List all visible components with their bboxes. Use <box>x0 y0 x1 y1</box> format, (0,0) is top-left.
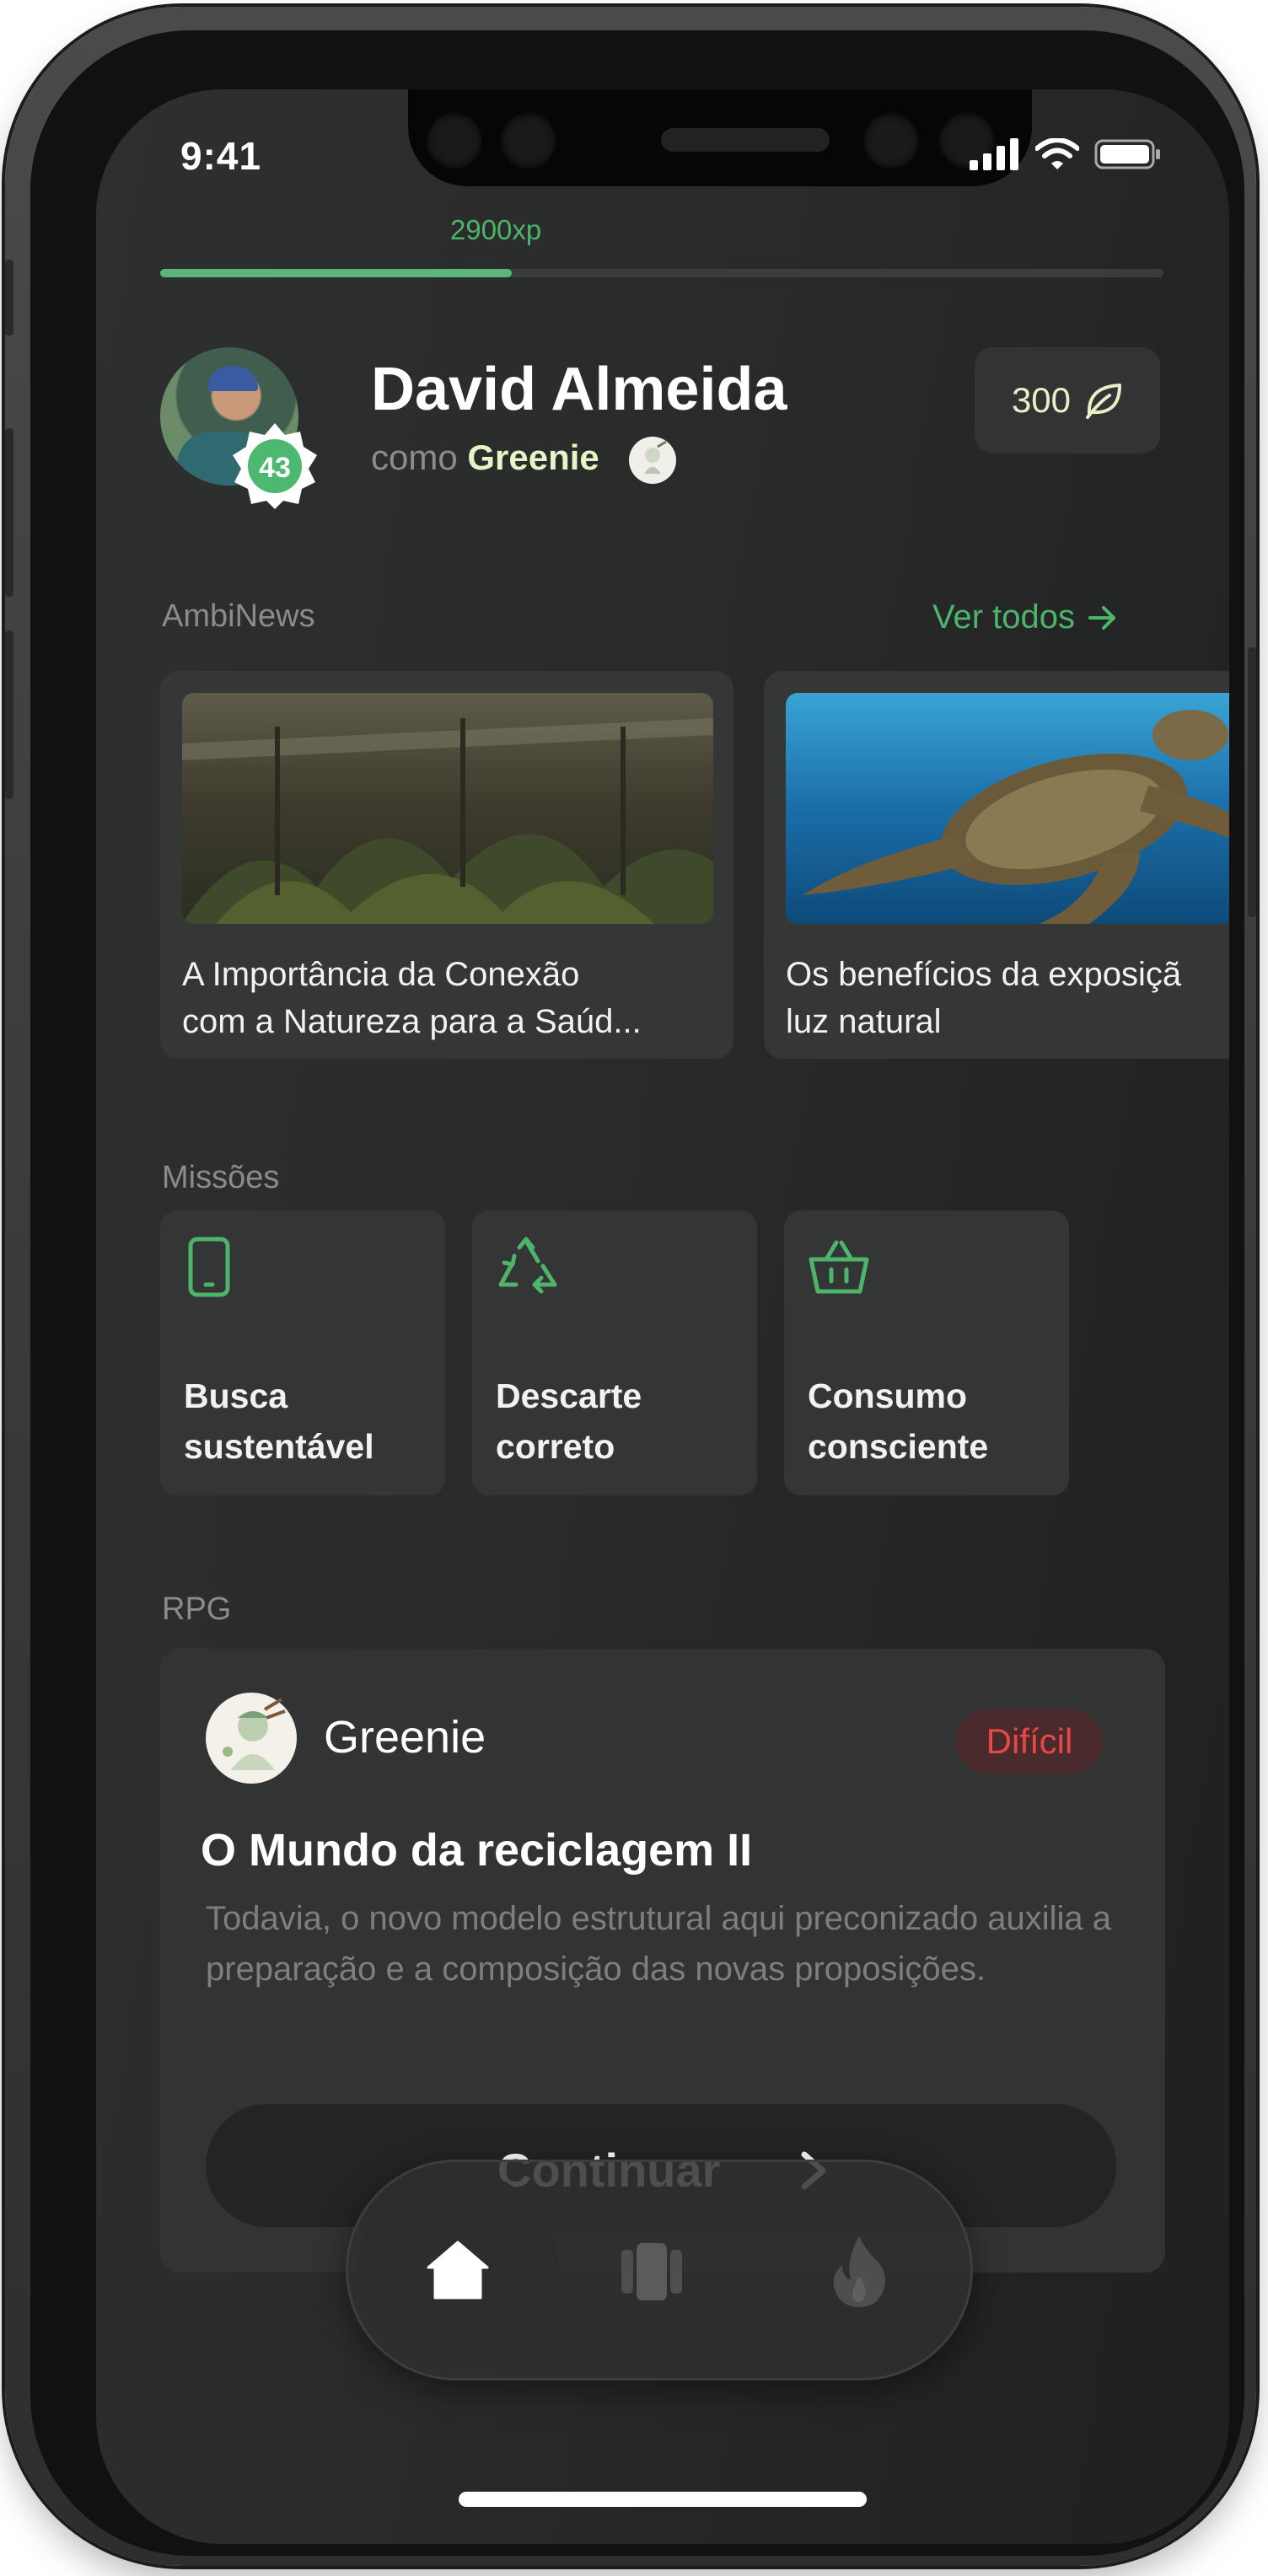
section-title-rpg: RPG <box>162 1591 232 1627</box>
quest-description: Todavia, o novo modelo estrutural aqui p… <box>206 1900 1112 1988</box>
volume-up-button <box>5 428 13 597</box>
battery-icon <box>1094 139 1160 169</box>
section-title-missoes: Missões <box>162 1160 280 1195</box>
character-name: Greenie <box>324 1712 486 1763</box>
sensor-dot <box>427 113 482 169</box>
quest-title: O Mundo da reciclagem II <box>201 1825 753 1876</box>
recycle-icon <box>498 1237 557 1294</box>
level-badge: 43 <box>233 423 317 509</box>
xp-progress-fill <box>160 269 512 277</box>
mission-card-descarte-correto[interactable]: Descarte correto <box>472 1210 757 1495</box>
mission-label: Descarte correto <box>496 1377 642 1466</box>
see-all-label: Ver todos <box>932 598 1076 636</box>
home-icon <box>427 2241 489 2300</box>
user-role: como Greenie <box>371 437 677 484</box>
see-all-link[interactable]: Ver todos <box>932 598 1117 636</box>
news-card[interactable]: A Importância da Conexão com a Natureza … <box>160 671 733 1059</box>
news-card[interactable]: Os benefícios da exposiçã luz natural <box>764 671 1229 1059</box>
mission-label: Consumo consciente <box>808 1377 989 1466</box>
signal-icon <box>970 138 1018 170</box>
home-indicator <box>459 2492 867 2507</box>
basket-icon <box>809 1240 869 1294</box>
xp-progress-bar <box>160 269 1163 277</box>
phone-frame: 9:41 2900xp 43 David Almeida como Greeni… <box>5 7 1256 2566</box>
role-name: Greenie <box>467 437 599 478</box>
news-image-forest <box>182 693 713 924</box>
news-image-turtle <box>786 693 1229 924</box>
notch <box>408 89 1032 186</box>
bottom-navigation <box>346 2160 973 2380</box>
role-prefix: como <box>371 437 458 478</box>
cards-icon[interactable] <box>618 2238 685 2305</box>
status-icons <box>970 138 1162 170</box>
news-title: Os benefícios da exposiçã luz natural <box>786 956 1182 1040</box>
mission-card-busca-sustentavel[interactable]: Busca sustentável <box>160 1210 445 1495</box>
sensor-dot <box>501 113 556 169</box>
mission-label: Busca sustentável <box>184 1377 374 1466</box>
status-time: 9:41 <box>180 134 262 178</box>
power-button <box>1248 647 1256 917</box>
mission-card-consumo-consciente[interactable]: Consumo consciente <box>784 1210 1069 1495</box>
fire-icon[interactable] <box>830 2235 888 2309</box>
character-avatar <box>206 1693 297 1784</box>
volume-down-button <box>5 631 13 799</box>
section-title-ambinews: AmbiNews <box>162 598 315 634</box>
app-screen: 9:41 2900xp 43 David Almeida como Greeni… <box>96 89 1229 2544</box>
news-title: A Importância da Conexão com a Natureza … <box>182 956 642 1040</box>
leaf-icon <box>1086 384 1122 419</box>
role-avatar <box>629 437 677 484</box>
earpiece-speaker <box>661 128 830 152</box>
phone-icon <box>188 1237 230 1297</box>
level-number: 43 <box>259 452 291 484</box>
nav-home[interactable] <box>357 2171 559 2369</box>
user-name: David Almeida <box>371 356 787 423</box>
arrow-right-icon <box>1088 605 1116 630</box>
phone-bezel: 9:41 2900xp 43 David Almeida como Greeni… <box>30 30 1244 2556</box>
difficulty-badge: Difícil <box>956 1709 1103 1774</box>
side-button <box>5 260 13 335</box>
wifi-icon <box>1035 138 1079 169</box>
xp-label: 2900xp <box>450 214 542 245</box>
sensor-dot <box>863 113 919 169</box>
coin-amount: 300 <box>1011 380 1072 420</box>
avatar-cap <box>207 366 258 391</box>
coin-balance[interactable]: 300 <box>975 347 1160 453</box>
